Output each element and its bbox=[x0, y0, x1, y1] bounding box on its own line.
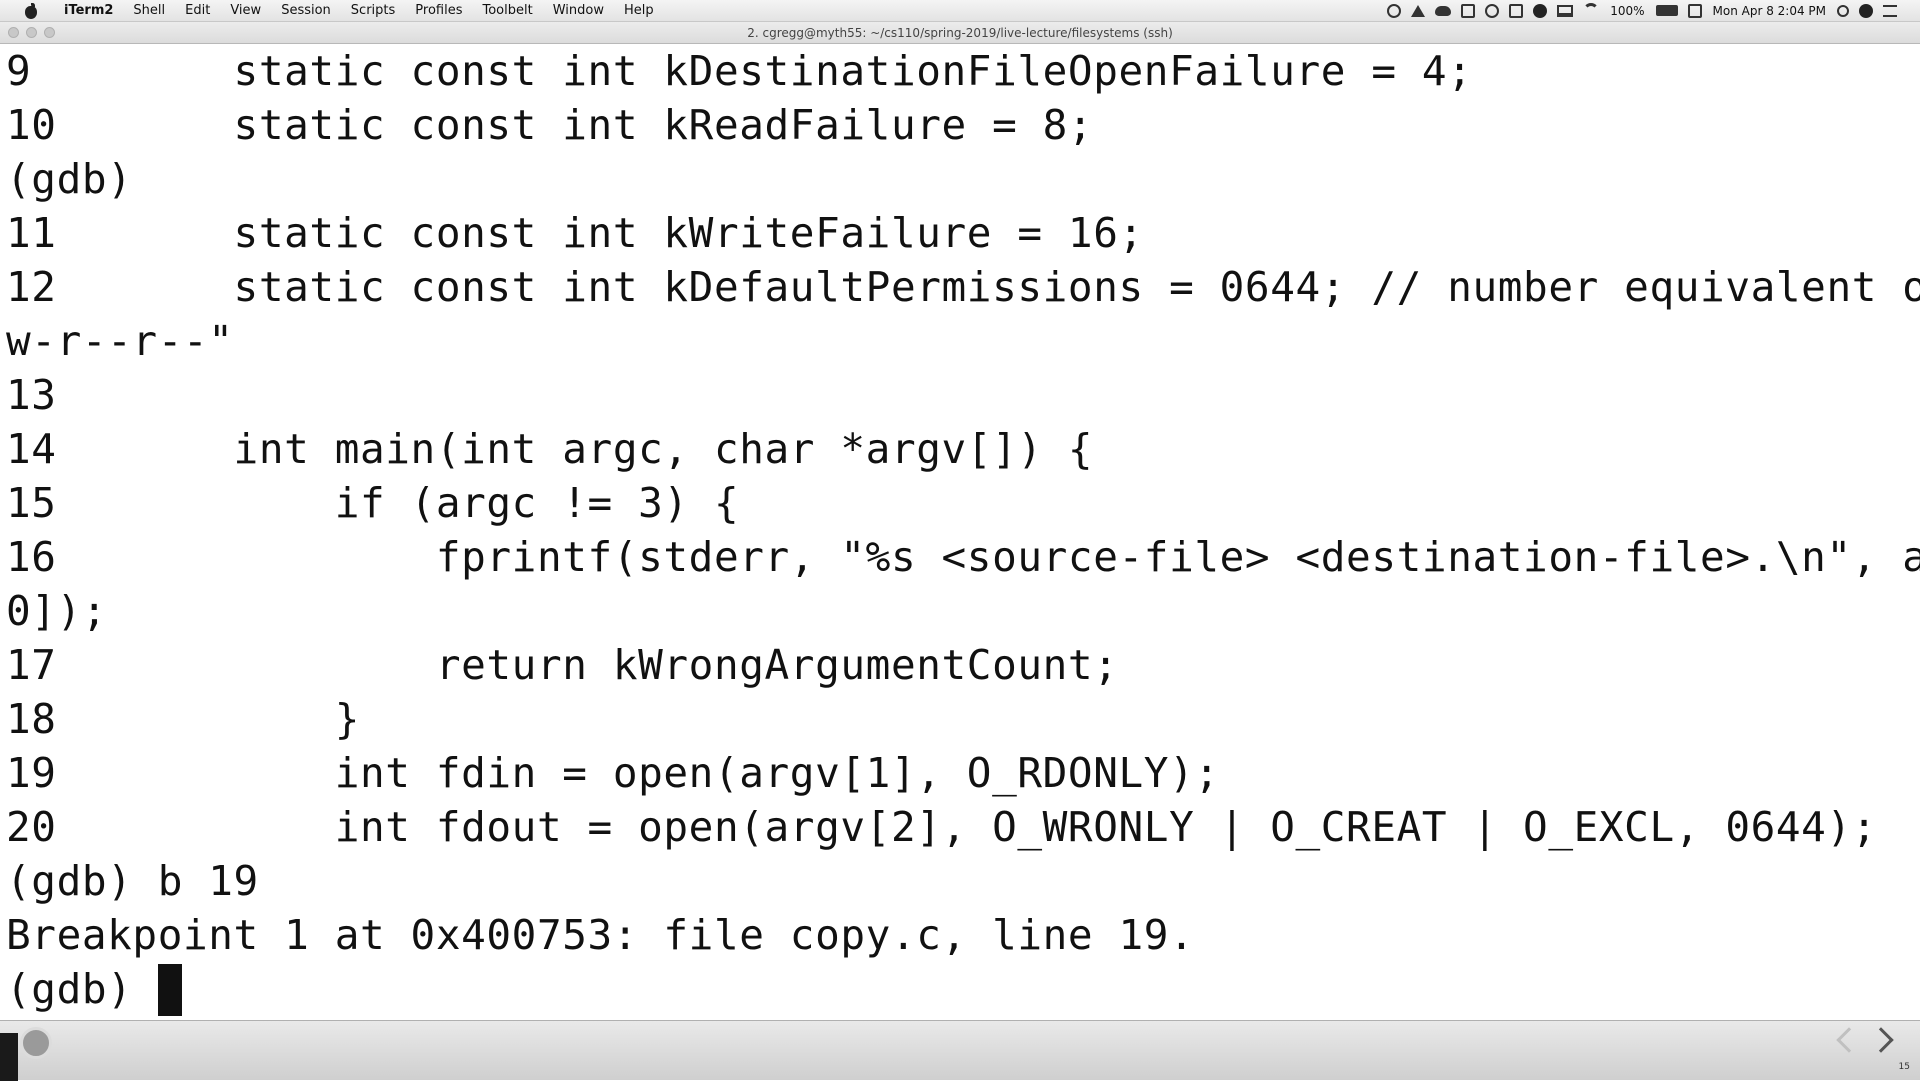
menu-toolbelt[interactable]: Toolbelt bbox=[472, 0, 542, 22]
airplay-icon[interactable] bbox=[1557, 4, 1574, 17]
terminal-line: 18 } bbox=[6, 695, 360, 743]
pointer-icon bbox=[20, 1027, 52, 1059]
terminal-line: 9 static const int kDestinationFileOpenF… bbox=[6, 47, 1473, 95]
terminal-area[interactable]: 9 static const int kDestinationFileOpenF… bbox=[0, 44, 1920, 1020]
left-edge-decoration bbox=[0, 1033, 18, 1081]
window-title: 2. cgregg@myth55: ~/cs110/spring-2019/li… bbox=[747, 26, 1173, 40]
menu-shell[interactable]: Shell bbox=[123, 0, 175, 22]
apple-menu-icon[interactable] bbox=[22, 2, 40, 19]
wifi-icon[interactable] bbox=[1583, 2, 1600, 19]
search-icon[interactable] bbox=[1837, 4, 1849, 17]
terminal-line: Breakpoint 1 at 0x400753: file copy.c, l… bbox=[6, 911, 1195, 959]
menu-window[interactable]: Window bbox=[543, 0, 614, 22]
display-icon[interactable] bbox=[1509, 3, 1524, 18]
dropbox-icon[interactable] bbox=[1411, 4, 1426, 17]
screen-icon[interactable] bbox=[1461, 3, 1476, 18]
window-titlebar: 2. cgregg@myth55: ~/cs110/spring-2019/li… bbox=[0, 22, 1920, 44]
terminal-line: 13 bbox=[6, 371, 57, 419]
menu-app-iterm2[interactable]: iTerm2 bbox=[54, 0, 123, 22]
menu-bar: iTerm2 Shell Edit View Session Scripts P… bbox=[0, 0, 1920, 22]
status-area: 100% Mon Apr 8 2:04 PM bbox=[1382, 0, 1920, 22]
terminal-line: 16 fprintf(stderr, "%s <source-file> <de… bbox=[6, 533, 1920, 581]
terminal-line: (gdb) bbox=[6, 155, 133, 203]
terminal-line: 17 return kWrongArgumentCount; bbox=[6, 641, 1119, 689]
chevron-right-icon[interactable] bbox=[1868, 1027, 1894, 1053]
terminal-line: 11 static const int kWriteFailure = 16; bbox=[6, 209, 1144, 257]
slide-number: 15 bbox=[1898, 1062, 1910, 1072]
terminal-line: 12 static const int kDefaultPermissions … bbox=[6, 263, 1920, 311]
list-icon[interactable] bbox=[1883, 4, 1897, 17]
menu-session[interactable]: Session bbox=[271, 0, 341, 22]
battery-icon[interactable] bbox=[1655, 5, 1678, 16]
text-cursor bbox=[157, 964, 182, 1016]
menu-view[interactable]: View bbox=[220, 0, 271, 22]
bottom-bar: 15 bbox=[0, 1020, 1920, 1081]
battery-percent: 100% bbox=[1610, 3, 1645, 18]
terminal-line: 15 if (argc != 3) { bbox=[6, 479, 740, 527]
user-icon[interactable] bbox=[1859, 3, 1873, 18]
terminal-line: 20 int fdout = open(argv[2], O_WRONLY | … bbox=[6, 803, 1878, 851]
terminal-line: 14 int main(int argc, char *argv[]) { bbox=[6, 425, 1094, 473]
menu-extra-icon[interactable] bbox=[1687, 3, 1702, 18]
chevron-left-icon[interactable] bbox=[1836, 1027, 1862, 1053]
terminal-line: 19 int fdin = open(argv[1], O_RDONLY); bbox=[6, 749, 1220, 797]
record-icon[interactable] bbox=[1387, 3, 1402, 18]
clock[interactable]: Mon Apr 8 2:04 PM bbox=[1707, 4, 1833, 18]
menu-edit[interactable]: Edit bbox=[175, 0, 220, 22]
app-icon[interactable] bbox=[1485, 3, 1500, 18]
cloud-icon[interactable] bbox=[1435, 5, 1452, 16]
gdb-prompt: (gdb) bbox=[6, 965, 158, 1013]
dot-icon[interactable] bbox=[1533, 3, 1548, 18]
terminal-line: 10 static const int kReadFailure = 8; bbox=[6, 101, 1094, 149]
terminal-line: 0]); bbox=[6, 587, 108, 635]
menu-profiles[interactable]: Profiles bbox=[405, 0, 472, 22]
menu-help[interactable]: Help bbox=[614, 0, 664, 22]
terminal-line: (gdb) b 19 bbox=[6, 857, 259, 905]
prompt-line[interactable]: (gdb) bbox=[6, 962, 182, 1016]
terminal-line: w-r--r--" bbox=[6, 317, 234, 365]
menu-scripts[interactable]: Scripts bbox=[341, 0, 405, 22]
